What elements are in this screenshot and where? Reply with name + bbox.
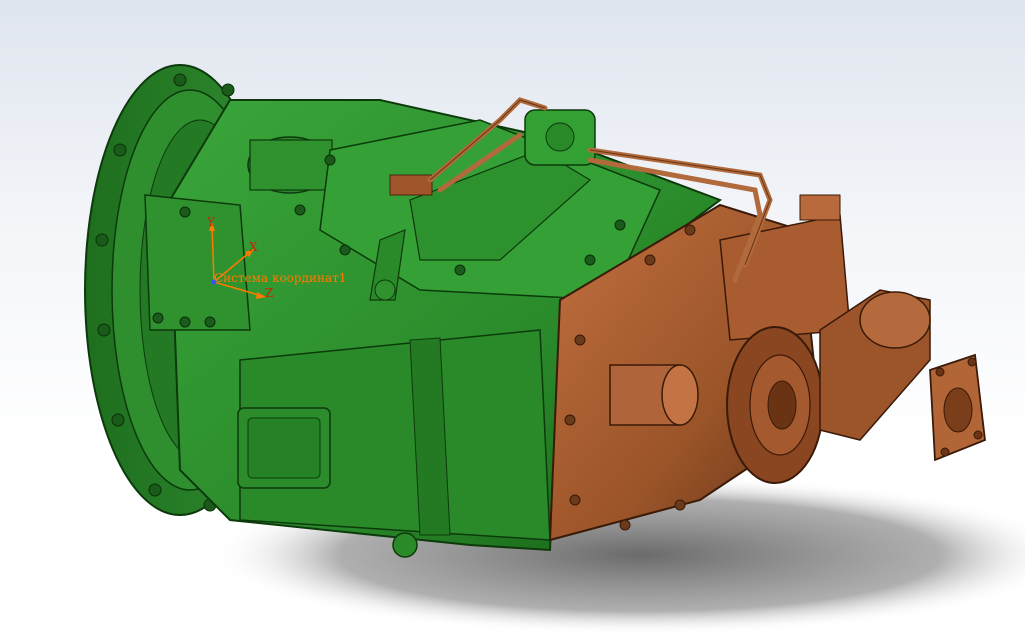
coordinate-system-label[interactable]: Система координат1 [214, 272, 346, 284]
graphics-viewport[interactable]: Y X Z Система координат1 [0, 0, 1025, 635]
gearbox-3d-model[interactable] [0, 0, 1025, 635]
drain-plug [392, 532, 418, 558]
axis-x-label: X [249, 240, 258, 254]
axis-z-label: Z [265, 286, 274, 300]
valve-block [389, 174, 433, 196]
axis-y-label: Y [207, 215, 215, 229]
